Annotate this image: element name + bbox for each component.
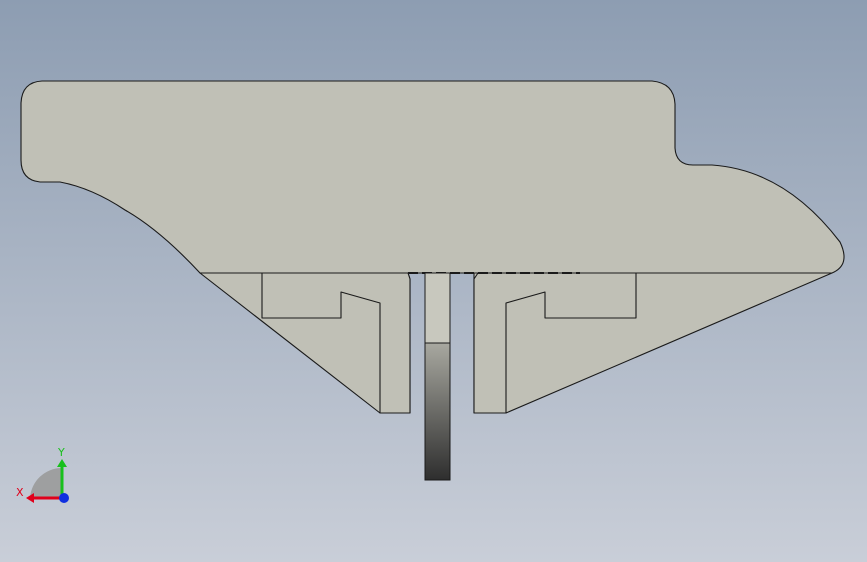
x-axis-label: X bbox=[16, 486, 24, 499]
center-pin[interactable] bbox=[424, 272, 451, 481]
center-pin-upper bbox=[424, 272, 451, 344]
z-axis-dot bbox=[59, 493, 69, 503]
center-pin-lower bbox=[424, 342, 451, 481]
3d-viewport[interactable]: X Y bbox=[0, 0, 867, 562]
viewport-canvas[interactable]: X Y bbox=[0, 0, 867, 562]
y-axis-label: Y bbox=[57, 446, 65, 459]
